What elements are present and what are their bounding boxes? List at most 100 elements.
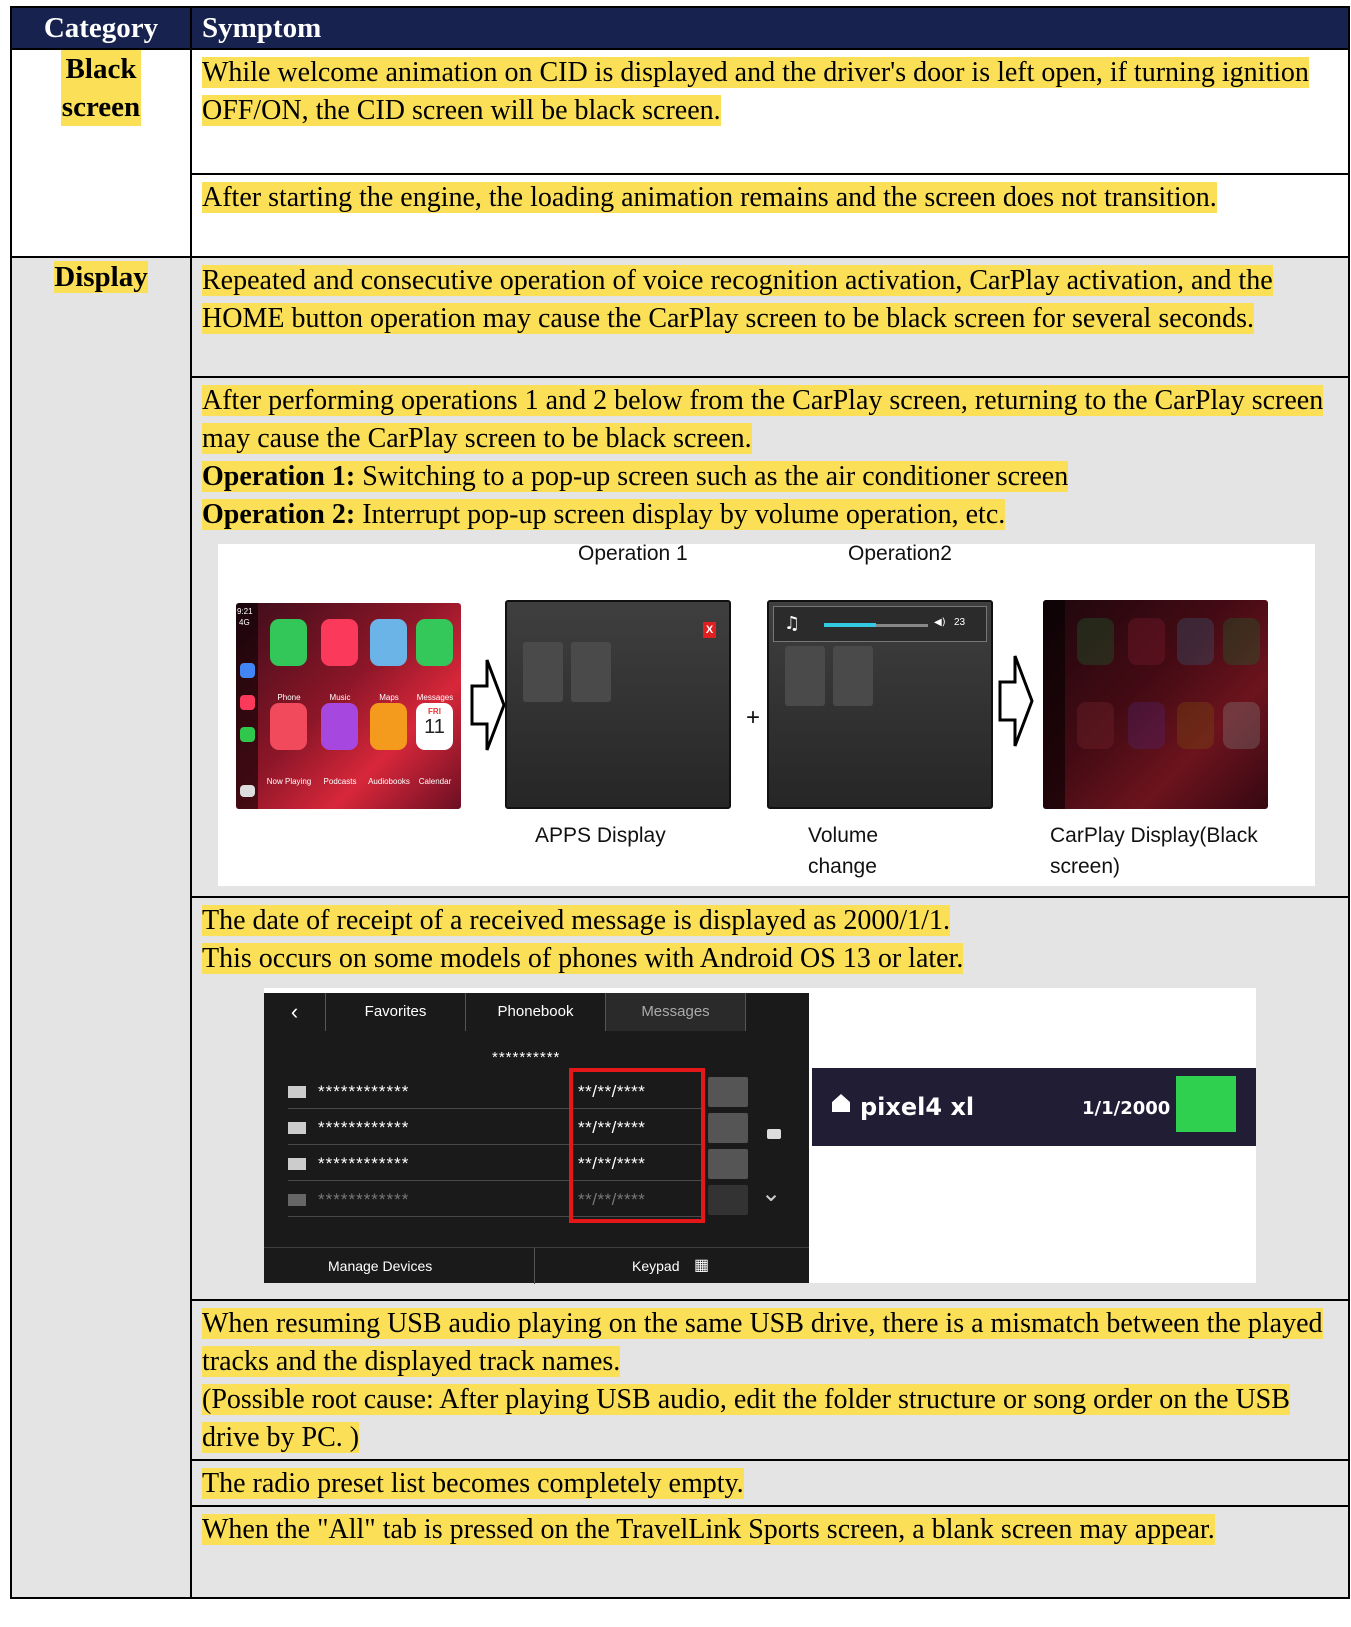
android-auto-tile	[833, 646, 873, 706]
symptom-cell: After starting the engine, the loading a…	[190, 173, 1350, 258]
volume-change-screenshot: ♫ ◀) 23	[767, 600, 993, 809]
tab-phonebook: Phonebook	[466, 993, 606, 1031]
scroll-thumb	[767, 1129, 781, 1139]
operation-1-caption: Operation 1	[578, 542, 688, 565]
device-banner-screenshot: pixel4 xl 1/1/2000	[812, 1068, 1256, 1146]
dashboard-icon	[240, 785, 255, 797]
message-sender: ************	[318, 1154, 410, 1173]
volume-change-caption: Volume change	[808, 824, 879, 878]
category-display: Display	[10, 256, 192, 1599]
phone-dock-icon	[240, 727, 255, 742]
symptom-text: When resuming USB audio playing on the s…	[202, 1308, 1323, 1377]
symptom-cell: The radio preset list becomes completely…	[190, 1459, 1350, 1507]
app-label: Now Playing	[266, 777, 312, 786]
calendar-app-icon: FRI 11	[416, 703, 453, 750]
carplay-dock: 9:21 4G	[236, 603, 258, 809]
tab-bar: ‹ Favorites Phonebook Messages	[264, 993, 809, 1033]
carplay-signal: 4G	[239, 618, 250, 627]
symptom-text: This occurs on some models of phones wit…	[202, 943, 964, 974]
carplay-dock	[1043, 600, 1065, 809]
symptom-text: Repeated and consecutive operation of vo…	[202, 265, 1273, 334]
volume-fill	[824, 623, 876, 627]
app-label: Podcasts	[323, 777, 357, 786]
contact-name: **********	[492, 1049, 561, 1066]
carplay-home-screenshot: 9:21 4G Phone Music Maps Messages FRI 11…	[236, 603, 461, 809]
right-arrow-icon	[470, 656, 506, 754]
close-icon: X	[703, 622, 716, 638]
calendar-day: FRI	[428, 707, 441, 716]
table-header-row: Category Symptom	[10, 6, 1350, 50]
divider	[534, 1248, 535, 1284]
operation-1-text: Switching to a pop-up screen such as the…	[355, 461, 1069, 492]
symptom-cell: When the "All" tab is pressed on the Tra…	[190, 1505, 1350, 1599]
audiobooks-app-icon	[370, 703, 407, 750]
volume-bar: ♫ ◀) 23	[773, 606, 987, 642]
device-name: pixel4 xl	[860, 1093, 975, 1121]
music-app-icon	[321, 619, 358, 666]
app-label: Calendar	[418, 777, 452, 786]
podcasts-app-icon	[1128, 702, 1165, 749]
manage-devices-label: Manage Devices	[328, 1258, 433, 1274]
message-sender: ************	[318, 1118, 410, 1137]
calendar-date: 11	[424, 716, 445, 738]
symptom-text: After performing operations 1 and 2 belo…	[202, 385, 1324, 454]
symptom-cell: Repeated and consecutive operation of vo…	[190, 256, 1350, 378]
category-black-screen: Black screen	[10, 48, 192, 258]
messages-app-icon	[416, 619, 453, 666]
table-row: The radio preset list becomes completely…	[11, 1459, 1350, 1507]
home-icon	[832, 1094, 850, 1112]
now-playing-app-icon	[270, 703, 307, 750]
podcasts-app-icon	[321, 703, 358, 750]
maps-app-icon	[1177, 618, 1214, 665]
volume-level: 23	[954, 617, 966, 628]
symptom-text: The radio preset list becomes completely…	[202, 1468, 744, 1499]
symptom-cell: After performing operations 1 and 2 belo…	[190, 376, 1350, 898]
call-button	[708, 1149, 748, 1179]
table-row: Display Repeated and consecutive operati…	[10, 256, 1350, 1599]
message-date-figure: ‹ Favorites Phonebook Messages *********…	[264, 988, 1256, 1284]
symptom-cell: When resuming USB audio playing on the s…	[190, 1299, 1350, 1461]
table-row: After performing operations 1 and 2 belo…	[11, 376, 1350, 898]
symptom-text: The date of receipt of a received messag…	[202, 905, 950, 936]
back-icon: ‹	[264, 993, 326, 1031]
phone-icon	[1176, 1076, 1236, 1132]
symptom-text: While welcome animation on CID is displa…	[202, 57, 1309, 126]
bottom-bar: Manage Devices Keypad ▦	[264, 1247, 809, 1284]
header-symptom: Symptom	[190, 6, 1350, 50]
music-note-icon: ♫	[784, 613, 801, 634]
table-row: The date of receipt of a received messag…	[11, 896, 1350, 1301]
maps-dock-icon	[240, 663, 255, 678]
plus-sign: +	[746, 704, 761, 731]
header-category: Category	[10, 6, 192, 50]
table-row: After starting the engine, the loading a…	[11, 173, 1350, 258]
symptom-cell: The date of receipt of a received messag…	[190, 896, 1350, 1301]
symptom-text: (Possible root cause: After playing USB …	[202, 1384, 1290, 1453]
device-date: 1/1/2000	[1082, 1098, 1171, 1119]
symptom-table: Category Symptom Black screen While welc…	[10, 6, 1350, 1599]
message-sender: ************	[318, 1190, 410, 1209]
call-button	[708, 1185, 748, 1215]
operation-2-text: Interrupt pop-up screen display by volum…	[355, 499, 1006, 530]
message-sender: ************	[318, 1082, 410, 1101]
apps-display-screenshot: X	[505, 600, 731, 809]
messages-screenshot: ‹ Favorites Phonebook Messages *********…	[264, 993, 809, 1284]
carplay-time: 9:21	[237, 607, 253, 616]
operation-1-label: Operation 1:	[202, 461, 356, 492]
symptom-text: After starting the engine, the loading a…	[202, 182, 1217, 213]
now-playing-app-icon	[1077, 702, 1114, 749]
phone-app-icon	[270, 619, 307, 666]
apps-carplay-tile	[785, 646, 825, 706]
phone-app-icon	[1077, 618, 1114, 665]
operation-2-caption: Operation2	[848, 542, 952, 565]
date-highlight-box	[569, 1068, 705, 1223]
category-label: Display	[54, 261, 148, 293]
call-button	[708, 1077, 748, 1107]
chevron-down-icon: ⌄	[761, 1179, 782, 1207]
message-icon	[288, 1158, 306, 1170]
carplay-black-screenshot	[1043, 600, 1268, 809]
audiobooks-app-icon	[1177, 702, 1214, 749]
maps-app-icon	[370, 619, 407, 666]
keypad-icon: ▦	[694, 1257, 710, 1274]
symptom-table-page: Category Symptom Black screen While welc…	[10, 6, 1350, 1599]
tab-messages: Messages	[606, 993, 746, 1031]
